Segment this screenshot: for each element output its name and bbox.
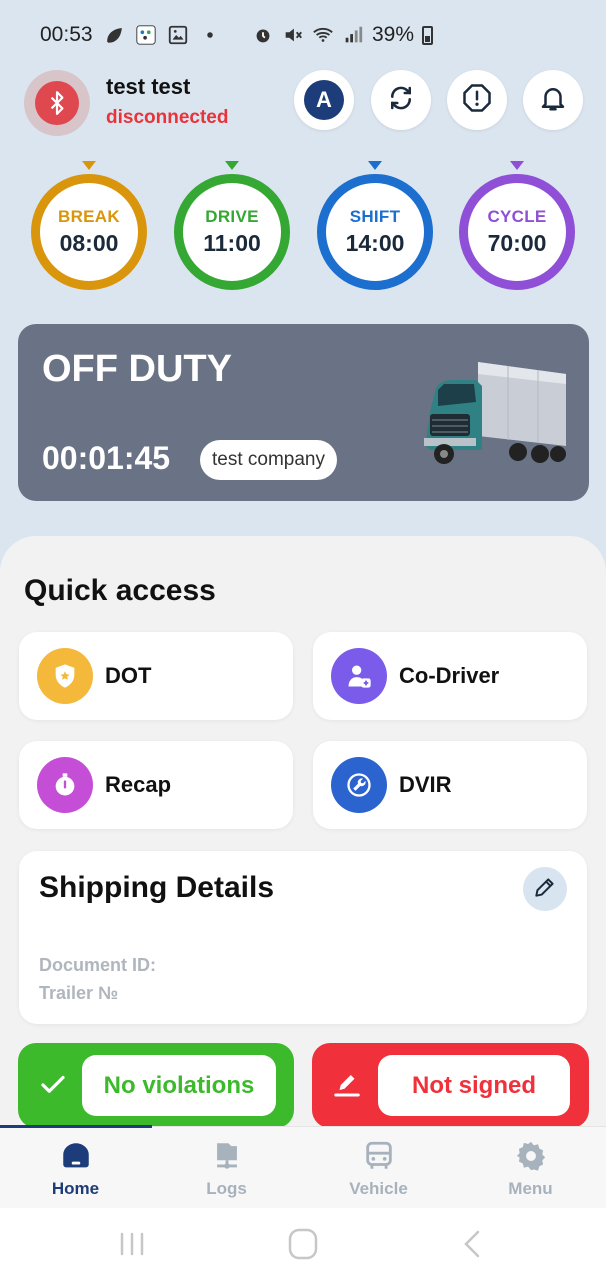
gear-icon bbox=[516, 1141, 545, 1171]
dot-icon bbox=[199, 24, 221, 46]
shipping-details-card[interactable]: Shipping Details Document ID: Trailer № bbox=[19, 851, 587, 1024]
alarm-icon bbox=[252, 24, 274, 46]
alerts-button[interactable] bbox=[447, 70, 507, 130]
leaf-icon bbox=[103, 24, 125, 46]
drive-marker bbox=[225, 161, 239, 170]
stopwatch-icon bbox=[37, 757, 93, 813]
break-marker bbox=[82, 161, 96, 170]
status-bar: 00:53 39% bbox=[0, 0, 606, 70]
timer-label: BREAK bbox=[58, 207, 120, 226]
qa-label: Recap bbox=[105, 772, 172, 797]
break-timer[interactable]: BREAK 08:00 bbox=[31, 174, 147, 290]
user-name: test test bbox=[106, 74, 191, 99]
system-nav bbox=[0, 1208, 606, 1280]
violations-label: No violations bbox=[82, 1055, 276, 1116]
bell-icon bbox=[538, 83, 568, 118]
nav-home[interactable]: Home bbox=[0, 1127, 151, 1209]
main-sheet: Quick access DOT Co-Driver Recap DVIR Sh… bbox=[0, 536, 606, 1136]
duty-status: OFF DUTY bbox=[42, 348, 232, 390]
nav-label: Home bbox=[51, 1179, 100, 1198]
shield-icon bbox=[37, 648, 93, 704]
timer-value: 14:00 bbox=[345, 230, 405, 256]
battery-percent: 39% bbox=[372, 23, 415, 46]
nav-menu[interactable]: Menu bbox=[455, 1127, 606, 1209]
hos-timers: BREAK 08:00 DRIVE 11:00 SHIFT 14:00 CYCL… bbox=[0, 160, 606, 295]
shipping-title: Shipping Details bbox=[39, 871, 275, 904]
home-system-icon bbox=[288, 1228, 318, 1260]
nav-logs[interactable]: Logs bbox=[151, 1127, 302, 1209]
alert-icon bbox=[462, 83, 492, 118]
wrench-icon bbox=[331, 757, 387, 813]
signal-icon bbox=[342, 24, 364, 46]
bluetooth-icon bbox=[35, 81, 79, 125]
recent-apps-button[interactable] bbox=[112, 1228, 152, 1260]
qa-label: DVIR bbox=[399, 772, 452, 797]
recap-button[interactable]: Recap bbox=[19, 741, 293, 829]
signature-label: Not signed bbox=[378, 1055, 570, 1116]
notifications-button[interactable] bbox=[523, 70, 583, 130]
avatar: A bbox=[304, 80, 344, 120]
home-icon bbox=[62, 1143, 89, 1168]
nav-label: Vehicle bbox=[349, 1179, 408, 1198]
timer-label: CYCLE bbox=[487, 207, 547, 226]
co-driver-button[interactable]: Co-Driver bbox=[313, 632, 587, 720]
duty-timer: 00:01:45 bbox=[42, 440, 171, 476]
timer-label: SHIFT bbox=[349, 207, 401, 226]
qa-label: DOT bbox=[105, 663, 152, 688]
bottom-nav: Home Logs Vehicle Menu bbox=[0, 1125, 606, 1209]
drive-timer[interactable]: DRIVE 11:00 bbox=[174, 174, 290, 290]
add-user-icon bbox=[331, 648, 387, 704]
sign-pen-icon bbox=[334, 1075, 360, 1097]
cycle-marker bbox=[510, 161, 524, 170]
image-icon bbox=[167, 24, 189, 46]
trailer-label: Trailer № bbox=[39, 983, 119, 1003]
signature-status[interactable]: Not signed bbox=[312, 1043, 589, 1128]
home-system-button[interactable] bbox=[283, 1228, 323, 1260]
nav-label: Menu bbox=[508, 1179, 553, 1198]
bus-icon bbox=[365, 1141, 392, 1169]
back-icon bbox=[464, 1230, 480, 1258]
back-button[interactable] bbox=[452, 1228, 492, 1260]
violations-status[interactable]: No violations bbox=[18, 1043, 294, 1128]
document-id-label: Document ID: bbox=[39, 955, 156, 975]
timer-value: 70:00 bbox=[487, 230, 547, 256]
company-badge: test company bbox=[200, 440, 337, 480]
connection-status: disconnected bbox=[106, 107, 229, 128]
cycle-timer[interactable]: CYCLE 70:00 bbox=[459, 174, 575, 290]
edit-shipping-button[interactable] bbox=[523, 867, 567, 911]
quick-access-title: Quick access bbox=[24, 574, 216, 607]
mute-icon bbox=[282, 24, 304, 46]
sync-icon bbox=[386, 83, 416, 118]
recent-apps-icon bbox=[120, 1232, 144, 1256]
qa-label: Co-Driver bbox=[399, 663, 500, 688]
dvir-button[interactable]: DVIR bbox=[313, 741, 587, 829]
bluetooth-status-button[interactable] bbox=[24, 70, 90, 136]
status-left: 00:53 bbox=[40, 23, 221, 47]
battery-icon bbox=[422, 25, 434, 45]
check-icon bbox=[41, 1075, 65, 1093]
profile-button[interactable]: A bbox=[294, 70, 354, 130]
sync-button[interactable] bbox=[371, 70, 431, 130]
app-icon bbox=[135, 24, 157, 46]
status-right: 39% bbox=[252, 23, 434, 47]
nav-label: Logs bbox=[206, 1179, 247, 1198]
duty-status-card[interactable]: OFF DUTY 00:01:45 test company bbox=[18, 324, 589, 501]
logs-icon bbox=[216, 1143, 237, 1169]
wifi-icon bbox=[312, 24, 334, 46]
dot-button[interactable]: DOT bbox=[19, 632, 293, 720]
status-time: 00:53 bbox=[40, 23, 93, 46]
pencil-icon bbox=[532, 874, 558, 905]
header: test test disconnected A bbox=[0, 70, 606, 140]
shift-timer[interactable]: SHIFT 14:00 bbox=[317, 174, 433, 290]
truck-image bbox=[424, 362, 566, 464]
nav-vehicle[interactable]: Vehicle bbox=[303, 1127, 454, 1209]
timer-label: DRIVE bbox=[205, 207, 259, 226]
shift-marker bbox=[368, 161, 382, 170]
timer-value: 08:00 bbox=[59, 230, 119, 256]
timer-value: 11:00 bbox=[203, 230, 261, 256]
